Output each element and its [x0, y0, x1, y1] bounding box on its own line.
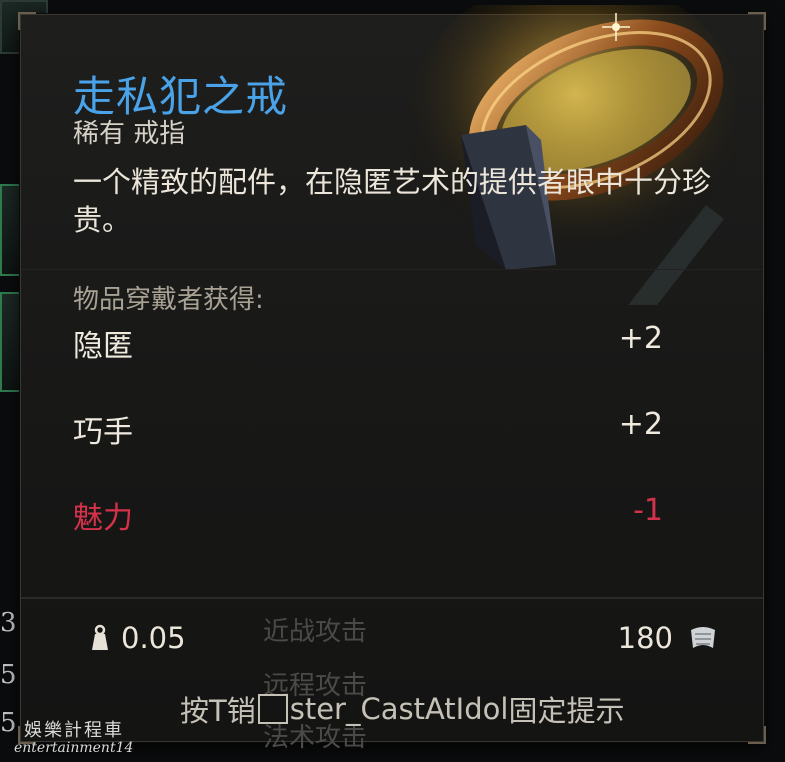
hotbar-number: 5: [0, 660, 17, 690]
stat-label: 巧手: [73, 415, 133, 450]
hint-middle: ster_CastAtIdol: [289, 692, 509, 726]
weight-icon: [92, 624, 108, 650]
grants-title: 物品穿戴者获得:: [73, 285, 264, 315]
stat-row: 巧手 +2: [73, 407, 663, 451]
key-glyph-icon: [257, 694, 288, 724]
background-menu-item: 近战攻击: [263, 617, 368, 647]
pin-tooltip-hint: 按T销 ster_CastAtIdol 固定提示: [180, 688, 624, 730]
item-weight: 0.05: [89, 621, 186, 655]
inventory-slot[interactable]: [0, 292, 22, 392]
inventory-slot[interactable]: [0, 184, 22, 276]
stat-label: 隐匿: [73, 329, 133, 364]
frame-corner: [18, 12, 36, 30]
ring-icon: [406, 0, 746, 525]
watermark-line1: 娛樂計程車: [24, 720, 124, 741]
watermark-line2: entertainment14: [14, 740, 134, 756]
stat-value: +2: [618, 407, 663, 442]
watermark: 娛樂計程車 entertainment14: [14, 716, 133, 756]
gold-coin-icon: [691, 627, 715, 648]
stat-row: 魅力 -1: [73, 493, 663, 537]
item-description: 一个精致的配件，在隐匿艺术的提供者眼中十分珍贵。: [73, 165, 712, 237]
hotbar-number: 3: [0, 608, 17, 638]
footer-divider: [21, 597, 763, 599]
hint-prefix: 按T销: [180, 694, 256, 728]
price-value: 180: [617, 621, 673, 655]
section-divider: [21, 269, 763, 270]
weight-value: 0.05: [121, 621, 186, 655]
frame-corner: [748, 12, 766, 30]
stat-value: -1: [633, 493, 663, 528]
hint-suffix: 固定提示: [508, 694, 625, 728]
item-price: 180: [618, 621, 719, 655]
stat-label: 魅力: [73, 501, 133, 536]
frame-corner: [748, 726, 766, 744]
item-tooltip: 走私犯之戒 稀有 戒指 一个精致的配件，在隐匿艺术的提供者眼中十分珍贵。 物品穿…: [18, 0, 766, 753]
stat-value: +2: [618, 321, 663, 356]
item-rarity-type: 稀有 戒指: [73, 119, 186, 149]
stat-row: 隐匿 +2: [73, 321, 663, 365]
